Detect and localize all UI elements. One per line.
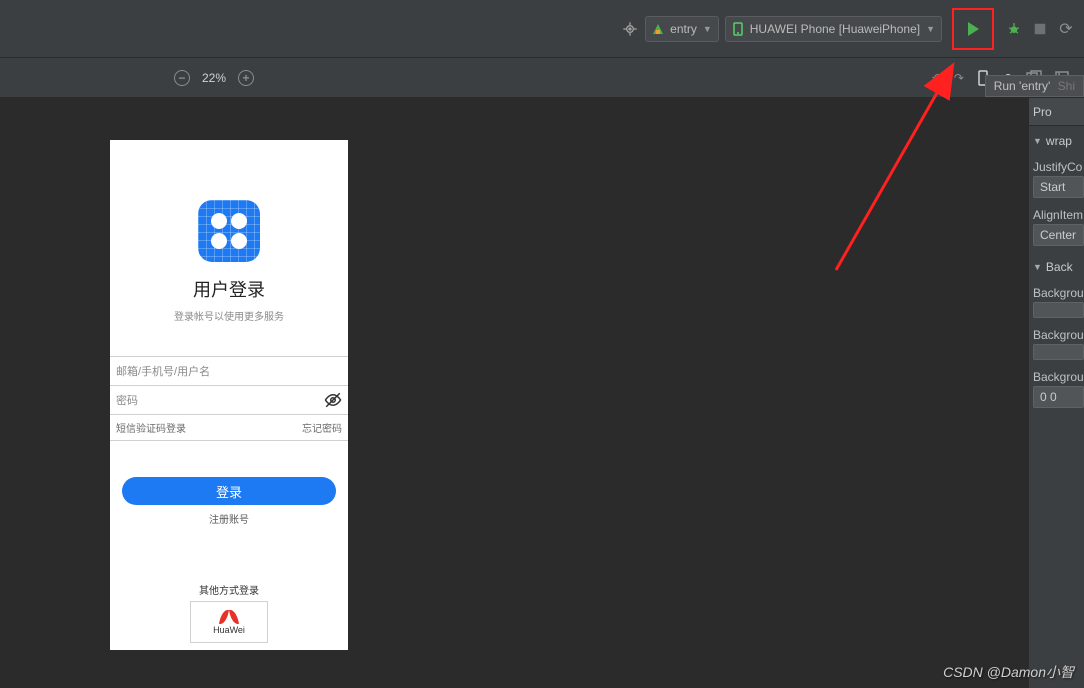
bg2-value[interactable]: [1033, 344, 1084, 360]
bg1-label: Backgrou: [1029, 282, 1084, 302]
login-subtitle: 登录帐号以使用更多服务: [110, 308, 348, 323]
device-label: HUAWEI Phone [HuaweiPhone]: [750, 22, 920, 36]
undo-icon[interactable]: ↶: [932, 71, 942, 85]
username-field[interactable]: 邮箱/手机号/用户名: [110, 356, 348, 386]
bg3-value[interactable]: 0 0: [1033, 386, 1084, 408]
forgot-password-link[interactable]: 忘记密码: [302, 420, 342, 435]
align-value[interactable]: Center: [1033, 224, 1084, 246]
login-button[interactable]: 登录: [122, 477, 336, 505]
register-link[interactable]: 注册账号: [110, 511, 348, 526]
properties-panel: Pro ▼ wrap JustifyCo Start AlignItem Cen…: [1028, 98, 1084, 688]
main-toolbar: entry ▼ HUAWEI Phone [HuaweiPhone] ▼ ⟳: [0, 0, 1084, 58]
other-login-label: 其他方式登录: [110, 582, 348, 597]
watermark: CSDN @Damon小智: [943, 662, 1074, 682]
huawei-label: HuaWei: [213, 625, 245, 635]
run-config-label: entry: [670, 22, 697, 36]
run-config-combo[interactable]: entry ▼: [645, 16, 719, 42]
locate-icon[interactable]: [621, 20, 639, 38]
tooltip-text: Run 'entry': [994, 79, 1051, 93]
chevron-down-icon: ▼: [1033, 136, 1042, 146]
zoom-in-icon[interactable]: +: [238, 70, 254, 86]
align-label: AlignItem: [1029, 204, 1084, 224]
password-placeholder: 密码: [116, 392, 138, 408]
props-section-wrap[interactable]: ▼ wrap: [1029, 126, 1084, 156]
login-button-label: 登录: [216, 482, 242, 501]
sms-login-link[interactable]: 短信验证码登录: [116, 420, 186, 435]
stop-icon[interactable]: [1030, 19, 1050, 39]
phone-preview: 用户登录 登录帐号以使用更多服务 邮箱/手机号/用户名 密码 短信验证码登录 忘…: [110, 140, 348, 650]
zoom-out-icon[interactable]: −: [174, 70, 190, 86]
chevron-down-icon: ▼: [1033, 262, 1042, 272]
zoom-group: − 22% +: [174, 70, 254, 86]
run-button-highlight: [952, 8, 994, 50]
huawei-icon: [220, 610, 238, 624]
run-tooltip: Run 'entry' Shi: [985, 75, 1084, 97]
props-section-back[interactable]: ▼ Back: [1029, 252, 1084, 282]
eye-off-icon[interactable]: [324, 391, 342, 409]
username-placeholder: 邮箱/手机号/用户名: [116, 363, 210, 379]
dropdown-icon: ▼: [926, 24, 935, 34]
justify-value[interactable]: Start: [1033, 176, 1084, 198]
links-row: 短信验证码登录 忘记密码: [110, 415, 348, 441]
run-icon[interactable]: [968, 22, 979, 36]
device-combo[interactable]: HUAWEI Phone [HuaweiPhone] ▼: [725, 16, 942, 42]
huawei-login-button[interactable]: HuaWei: [190, 601, 268, 643]
bg2-label: Backgrou: [1029, 324, 1084, 344]
more-icon[interactable]: ⟳: [1056, 19, 1076, 39]
password-field[interactable]: 密码: [110, 385, 348, 415]
login-title: 用户登录: [110, 276, 348, 302]
bg1-value[interactable]: [1033, 302, 1084, 318]
dropdown-icon: ▼: [703, 24, 712, 34]
tooltip-hint: Shi: [1058, 79, 1075, 93]
zoom-value: 22%: [202, 71, 226, 85]
props-header: Pro: [1029, 98, 1084, 126]
preview-canvas: 用户登录 登录帐号以使用更多服务 邮箱/手机号/用户名 密码 短信验证码登录 忘…: [0, 98, 1084, 688]
preview-bar: − 22% + ↶ ↷ ⟳: [0, 58, 1084, 98]
redo-icon[interactable]: ↷: [954, 71, 964, 85]
app-logo-icon: [198, 200, 260, 262]
bg3-label: Backgrou: [1029, 366, 1084, 386]
justify-label: JustifyCo: [1029, 156, 1084, 176]
debug-icon[interactable]: [1004, 19, 1024, 39]
